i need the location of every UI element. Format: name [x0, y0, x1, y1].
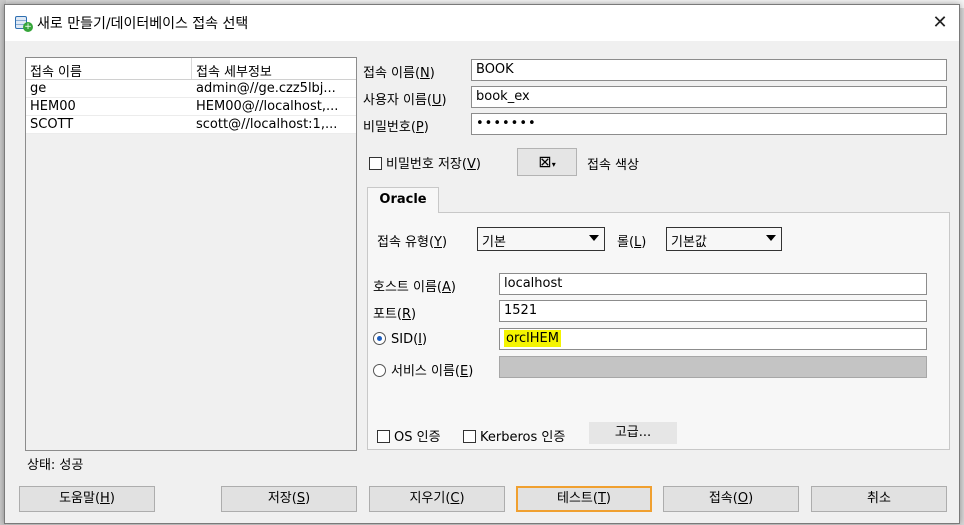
connection-color-button[interactable]: ⊠▾	[517, 148, 577, 176]
table-row[interactable]: HEM00 HEM00@//localhost,...	[26, 98, 356, 116]
host-label: 호스트 이름(A)	[373, 280, 456, 295]
cancel-button[interactable]: 취소	[811, 486, 947, 512]
save-password-option[interactable]: 비밀번호 저장(V)	[369, 153, 481, 172]
connection-detail: scott@//localhost:1,...	[196, 117, 338, 132]
status-text: 상태: 성공	[27, 458, 84, 473]
os-auth-option[interactable]: OS 인증	[377, 426, 441, 445]
connect-button[interactable]: 접속(O)	[663, 486, 799, 512]
advanced-button[interactable]: 고급...	[589, 422, 677, 444]
conn-name-field[interactable]: BOOK	[471, 59, 947, 81]
password-field[interactable]: •••••••	[471, 113, 947, 135]
title-bar: + 새로 만들기/데이터베이스 접속 선택 ✕	[5, 5, 959, 41]
table-row[interactable]: SCOTT scott@//localhost:1,...	[26, 116, 356, 134]
service-name-field	[499, 356, 927, 378]
clear-button[interactable]: 지우기(C)	[369, 486, 505, 512]
connection-detail: HEM00@//localhost,...	[196, 99, 339, 114]
column-header-name[interactable]: 접속 이름	[26, 58, 192, 80]
password-label: 비밀번호(P)	[363, 120, 429, 135]
username-field[interactable]: book_ex	[471, 86, 947, 108]
sid-radio[interactable]	[373, 332, 386, 345]
connection-name: ge	[30, 81, 47, 96]
sid-value: orclHEM	[504, 330, 561, 347]
port-label: 포트(R)	[373, 307, 417, 322]
chevron-down-icon	[766, 235, 776, 241]
conn-name-label: 접속 이름(N)	[363, 66, 435, 81]
conn-type-select[interactable]: 기본	[477, 227, 605, 251]
port-field[interactable]: 1521	[499, 300, 927, 322]
conn-type-label: 접속 유형(Y)	[377, 235, 448, 250]
save-password-checkbox[interactable]	[369, 157, 382, 170]
database-add-icon: +	[15, 15, 33, 32]
service-name-option[interactable]: 서비스 이름(E)	[373, 360, 473, 379]
help-button[interactable]: 도움말(H)	[19, 486, 155, 512]
connection-list-header: 접속 이름 접속 세부정보	[26, 58, 356, 80]
role-select[interactable]: 기본값	[666, 227, 782, 251]
kerberos-checkbox[interactable]	[463, 430, 476, 443]
connection-color-label: 접속 색상	[587, 158, 639, 173]
connection-list[interactable]: 접속 이름 접속 세부정보 ge admin@//ge.czz5lbj... H…	[25, 57, 357, 451]
save-button[interactable]: 저장(S)	[221, 486, 357, 512]
table-row[interactable]: ge admin@//ge.czz5lbj...	[26, 80, 356, 98]
close-icon[interactable]: ✕	[929, 13, 951, 33]
test-button[interactable]: 테스트(T)	[516, 486, 652, 512]
kerberos-option[interactable]: Kerberos 인증	[463, 426, 565, 445]
hostname-field[interactable]: localhost	[499, 273, 927, 295]
tab-oracle[interactable]: Oracle	[367, 187, 439, 213]
role-label: 롤(L)	[617, 235, 647, 250]
new-connection-dialog: + 새로 만들기/데이터베이스 접속 선택 ✕ 접속 이름 접속 세부정보 ge…	[4, 4, 960, 524]
user-label: 사용자 이름(U)	[363, 93, 447, 108]
connection-name: HEM00	[30, 99, 76, 114]
os-auth-checkbox[interactable]	[377, 430, 390, 443]
sid-field[interactable]: orclHEM	[499, 328, 927, 350]
connection-name: SCOTT	[30, 117, 74, 132]
chevron-down-icon	[589, 235, 599, 241]
sid-option[interactable]: SID(I)	[373, 332, 427, 347]
color-picker-icon: ⊠	[538, 152, 552, 171]
dialog-title: 새로 만들기/데이터베이스 접속 선택	[37, 16, 249, 32]
column-header-detail[interactable]: 접속 세부정보	[192, 58, 356, 80]
connection-detail: admin@//ge.czz5lbj...	[196, 81, 336, 96]
service-name-radio[interactable]	[373, 364, 386, 377]
